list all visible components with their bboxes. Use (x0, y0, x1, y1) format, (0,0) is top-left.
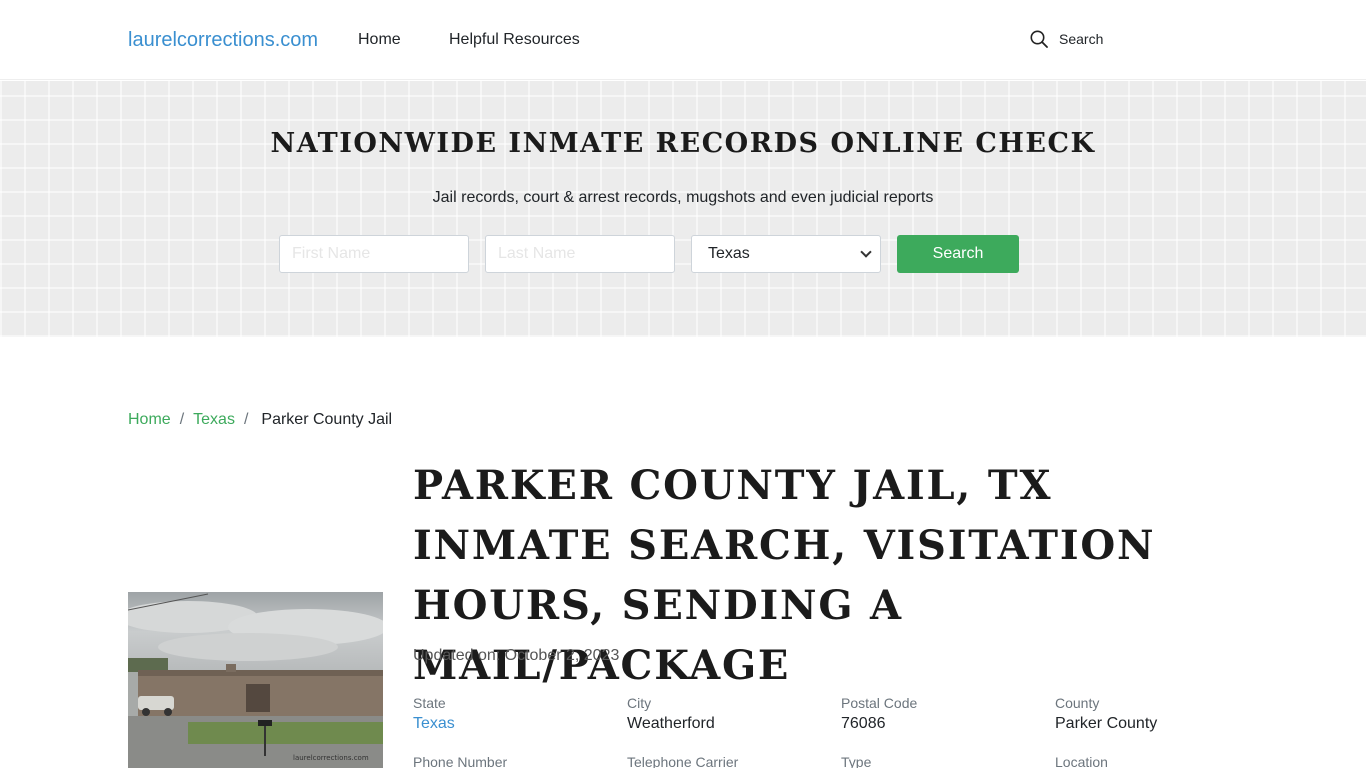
info-value: Parker County (1055, 715, 1158, 732)
info-label: Type (841, 754, 872, 768)
search-button[interactable]: Search (897, 235, 1019, 273)
info-location: Location (1055, 754, 1255, 768)
nav-home-link[interactable]: Home (358, 31, 401, 49)
info-state: State Texas (413, 695, 613, 733)
info-label: State (413, 695, 446, 711)
info-value: Weatherford (627, 715, 715, 732)
info-label: County (1055, 695, 1100, 711)
breadcrumb-separator: / (243, 411, 249, 428)
info-county: County Parker County (1055, 695, 1255, 733)
info-label: Postal Code (841, 695, 918, 711)
breadcrumb-separator: / (179, 411, 185, 428)
info-type: Type (841, 754, 1041, 768)
breadcrumb-current: Parker County Jail (261, 411, 393, 428)
info-value: 76086 (841, 715, 886, 732)
chevron-down-icon (860, 246, 872, 258)
last-name-input[interactable] (485, 235, 675, 273)
state-select-value: Texas (708, 245, 750, 262)
search-icon (1030, 30, 1048, 48)
state-select[interactable]: Texas (691, 235, 881, 273)
nav-helpful-resources-link[interactable]: Helpful Resources (449, 31, 580, 49)
breadcrumb: Home / Texas / Parker County Jail (128, 411, 392, 429)
updated-date: Updated on: October 2, 2023 (413, 647, 620, 664)
info-label: City (627, 695, 652, 711)
info-label: Telephone Carrier (627, 754, 739, 768)
info-city: City Weatherford (627, 695, 827, 733)
header-search-label: Search (1059, 31, 1104, 47)
info-telephone-carrier: Telephone Carrier (627, 754, 827, 768)
hero-title: NATIONWIDE INMATE RECORDS ONLINE CHECK (270, 128, 1096, 159)
facility-photo: laurelcorrections.com (128, 592, 383, 768)
info-label: Phone Number (413, 754, 508, 768)
info-postal-code: Postal Code 76086 (841, 695, 1041, 733)
info-state-link[interactable]: Texas (413, 715, 613, 733)
info-phone-number: Phone Number (413, 754, 613, 768)
header-search-button[interactable]: Search (1030, 30, 1103, 48)
breadcrumb-state-link[interactable]: Texas (193, 411, 235, 429)
svg-text:laurelcorrections.com: laurelcorrections.com (293, 754, 369, 762)
first-name-input[interactable] (279, 235, 469, 273)
site-logo-link[interactable]: laurelcorrections.com (128, 29, 318, 52)
info-label: Location (1055, 754, 1108, 768)
hero-subtitle: Jail records, court & arrest records, mu… (432, 189, 934, 206)
site-header: laurelcorrections.com Home Helpful Resou… (0, 0, 1366, 80)
search-hero: NATIONWIDE INMATE RECORDS ONLINE CHECK J… (0, 81, 1366, 337)
breadcrumb-home-link[interactable]: Home (128, 411, 171, 429)
